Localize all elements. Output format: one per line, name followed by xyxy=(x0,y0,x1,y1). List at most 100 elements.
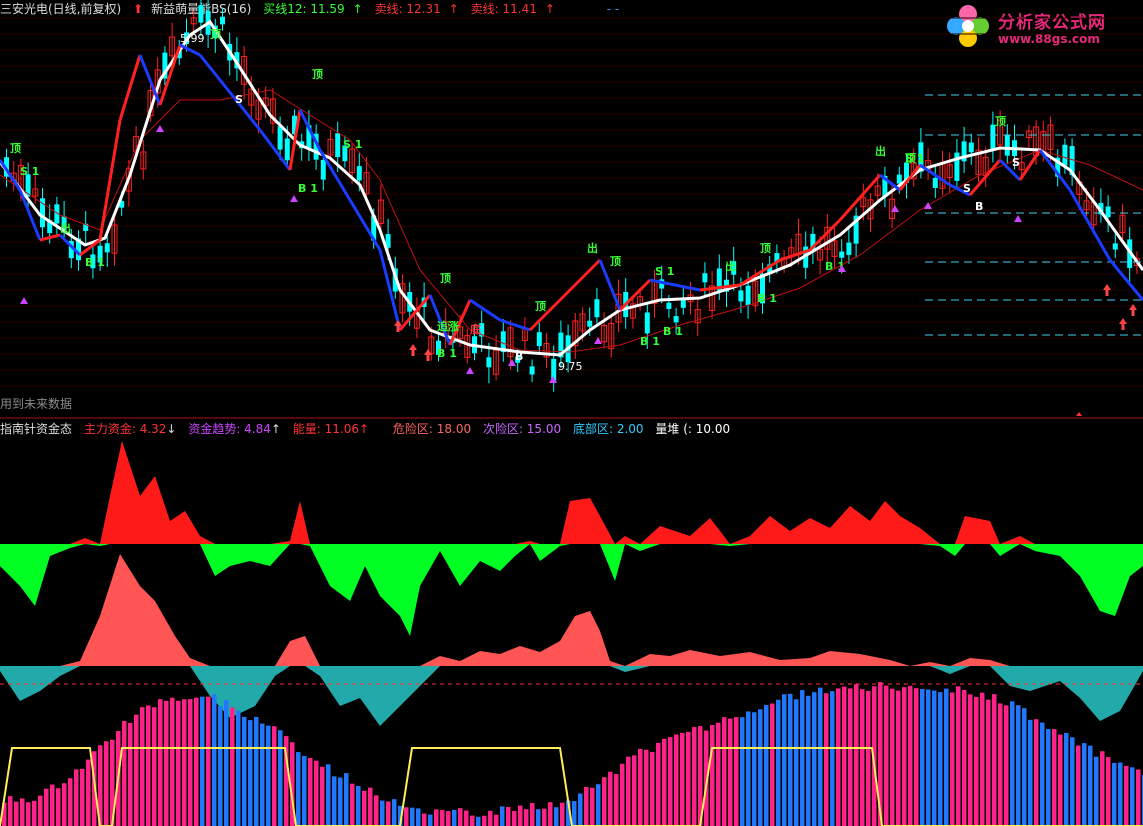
volume-bar xyxy=(26,802,31,826)
volume-bar xyxy=(1028,719,1033,826)
volume-bar xyxy=(800,690,805,826)
volume-bar xyxy=(164,700,169,826)
volume-heap-value: 量堆 (: 10.00 xyxy=(655,422,731,436)
ding-marker: 顶 xyxy=(760,242,771,255)
candle-down xyxy=(1112,243,1118,250)
red-up-arrow xyxy=(426,355,430,361)
chu-marker: 出 xyxy=(725,259,736,273)
panel-name[interactable]: 指南针资金态 xyxy=(0,422,72,436)
volume-bar xyxy=(434,809,439,826)
candle-down xyxy=(594,299,600,318)
volume-bar xyxy=(1016,705,1021,826)
volume-bar xyxy=(260,723,265,826)
volume-bar xyxy=(848,688,853,826)
volume-bar xyxy=(32,800,37,826)
ding-marker: 顶 xyxy=(610,255,621,268)
bs-segment xyxy=(0,159,22,191)
volume-bar xyxy=(374,795,379,826)
volume-bar xyxy=(920,688,925,826)
magenta-triangle xyxy=(290,195,298,202)
volume-bar xyxy=(740,717,745,826)
volume-bar xyxy=(866,690,871,826)
price-high-label: 5.99 xyxy=(180,32,205,45)
volume-bar xyxy=(146,705,151,826)
volume-bar xyxy=(560,802,565,826)
volume-bar xyxy=(452,809,457,826)
volume-bar xyxy=(428,814,433,826)
main-fund-positive xyxy=(0,441,1143,544)
volume-bar xyxy=(242,716,247,826)
volume-bar xyxy=(1118,762,1123,826)
candle-down xyxy=(220,16,225,25)
volume-bar xyxy=(380,800,385,826)
volume-bar xyxy=(1076,745,1081,826)
b1-marker: B 1 xyxy=(437,347,457,360)
b1-marker: B 1 xyxy=(640,335,660,348)
volume-bar xyxy=(158,699,163,826)
volume-bar xyxy=(764,705,769,826)
volume-bar xyxy=(758,709,763,826)
volume-bar xyxy=(1070,737,1075,826)
fund-trend-positive xyxy=(0,554,1143,666)
volume-bar xyxy=(332,776,337,826)
volume-bar xyxy=(386,801,391,826)
volume-bar xyxy=(536,809,541,826)
bs-segment xyxy=(558,258,602,302)
volume-bar xyxy=(1106,757,1111,826)
volume-bar xyxy=(134,714,139,826)
volume-bar xyxy=(842,686,847,826)
bs-segment xyxy=(1068,189,1112,261)
volume-bar xyxy=(296,752,301,826)
volume-bar xyxy=(212,694,217,826)
volume-bar xyxy=(50,784,55,826)
volume-bar xyxy=(962,690,967,826)
candle-down xyxy=(284,138,290,161)
volume-bar xyxy=(926,689,931,826)
candle-down xyxy=(644,312,650,334)
volume-bar xyxy=(722,717,727,826)
chu-marker: 出 xyxy=(60,221,71,235)
candle-down xyxy=(1062,144,1068,166)
s1-marker: S 1 xyxy=(343,138,362,151)
volume-bar xyxy=(194,697,199,826)
volume-bar xyxy=(368,787,373,826)
red-up-arrow xyxy=(1131,310,1135,316)
magenta-triangle xyxy=(924,202,932,209)
chase-marker: 追涨 xyxy=(437,319,459,333)
red-up-arrow xyxy=(1119,318,1127,324)
volume-bar xyxy=(596,784,601,826)
volume-bar xyxy=(308,757,313,826)
volume-bar xyxy=(524,809,529,826)
volume-bar xyxy=(890,688,895,826)
volume-bar xyxy=(38,795,43,826)
fund-chart[interactable] xyxy=(0,436,1143,826)
volume-bar xyxy=(74,769,79,826)
volume-bar xyxy=(182,699,187,826)
signal-markers: 顶顶顶顶顶顶顶顶顶出出出出底S 1S 1S 1S 1B 1B 1B 1B 1B … xyxy=(0,28,1143,383)
volume-bar xyxy=(470,815,475,826)
price-chart[interactable]: 顶顶顶顶顶顶顶顶顶出出出出底S 1S 1S 1S 1B 1B 1B 1B 1B … xyxy=(0,0,1143,410)
volume-bar xyxy=(914,688,919,826)
volume-bar xyxy=(20,798,25,826)
volume-bar xyxy=(224,699,229,826)
volume-bar xyxy=(584,786,589,826)
volume-bar xyxy=(680,732,685,826)
volume-bar xyxy=(482,815,487,826)
volume-bar xyxy=(746,711,751,826)
volume-bar xyxy=(248,720,253,826)
candle-down xyxy=(839,251,845,258)
bs-segment xyxy=(18,189,42,241)
volume-bar xyxy=(638,748,643,826)
volume-bar xyxy=(944,688,949,826)
candle-down xyxy=(896,174,902,184)
volume-bar xyxy=(542,808,547,826)
volume-bar xyxy=(656,742,661,826)
volume-bar xyxy=(68,778,73,826)
volume-bar xyxy=(794,699,799,826)
fund-panel-header: 指南针资金态 主力资金: 4.32↓ 资金趋势: 4.84↑ 能量: 11.06… xyxy=(0,422,731,436)
volume-bar xyxy=(518,805,523,826)
volume-bar xyxy=(908,685,913,826)
price-low-label: 9.75 xyxy=(558,360,583,373)
ding-marker: 顶 xyxy=(210,28,221,41)
volume-bar xyxy=(392,799,397,826)
